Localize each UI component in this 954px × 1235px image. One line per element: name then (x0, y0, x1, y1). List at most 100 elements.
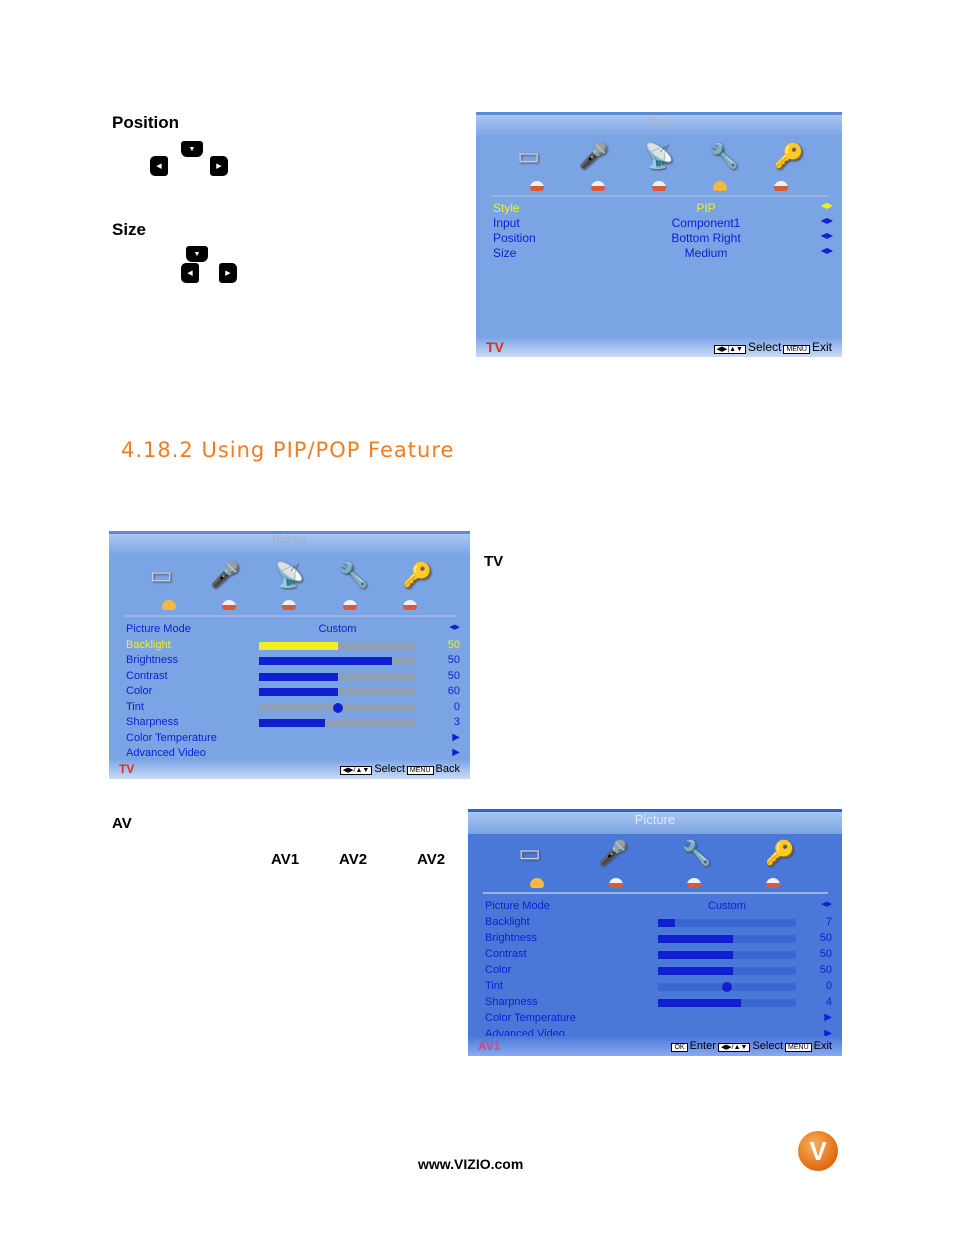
tv-icon: 📡 (274, 561, 305, 589)
down-arrow-icon: ▼ (186, 246, 208, 262)
menu-title-text: Picture (634, 812, 676, 827)
tab-indicator-icon[interactable] (765, 878, 780, 888)
ok-key-icon: OK (671, 1043, 688, 1052)
footer-url: www.VIZIO.com (418, 1156, 524, 1172)
setup-icon: 🔧 (338, 561, 369, 589)
menu-title: Picture (468, 812, 842, 834)
picture-mode-label: Picture Mode (485, 900, 550, 912)
footer-hints: OK Enter ◀▶/▲▼ Select MENU Exit (669, 1040, 832, 1052)
key-icon: 🔑 (402, 561, 433, 589)
tab-indicator-icon[interactable] (774, 181, 789, 191)
slider-label: Sharpness (485, 996, 538, 1008)
menu-row-label: Style (493, 201, 520, 215)
menu-key-icon: MENU (785, 1043, 812, 1052)
menu-row-value: Medium (684, 246, 728, 260)
separator (483, 892, 828, 894)
separator (124, 615, 456, 617)
menu-row-label: Size (493, 246, 517, 260)
slider-fill (658, 919, 675, 927)
slider-brightness[interactable] (259, 657, 416, 665)
separator (491, 195, 828, 197)
tab-indicator-icon[interactable] (651, 181, 666, 191)
setup-icon: 🔧 (681, 839, 712, 867)
slider-fill (259, 688, 338, 696)
slider-fill (259, 641, 338, 650)
menu-key-icon: MENU (783, 345, 810, 354)
left-right-arrow-icon: ◀▶ (820, 216, 833, 225)
source-label: TV (119, 762, 135, 776)
slider-label: Color (126, 685, 153, 697)
picture-mode-value: Custom (708, 900, 746, 912)
pip-menu-screenshot: PIP ▭ 🎤 📡 🔧 🔑 Style PIP ◀▶ Input Component1 ◀▶ Posit… (476, 112, 842, 357)
left-right-arrow-icon: ◀▶ (820, 201, 833, 210)
slider-label: Tint (485, 980, 503, 992)
slider-value: 50 (447, 669, 460, 682)
slider-fill (658, 967, 733, 975)
tab-indicator-icon[interactable] (162, 600, 177, 610)
slider-fill (658, 935, 733, 943)
select-hint: Select (748, 340, 782, 354)
submenu-color-temperature[interactable]: Color Temperature (485, 1012, 576, 1024)
submenu-color-temperature[interactable]: Color Temperature (126, 732, 217, 744)
tab-indicator-icon[interactable] (282, 600, 297, 610)
slider-color[interactable] (658, 967, 796, 975)
slider-tint[interactable] (259, 702, 416, 713)
slider-contrast[interactable] (259, 672, 416, 681)
menu-tab-dots (109, 600, 470, 610)
slider-color[interactable] (259, 688, 416, 696)
slider-label: Contrast (126, 669, 168, 682)
picture-icon: ▭ (149, 561, 173, 589)
tab-indicator-icon[interactable] (529, 181, 544, 191)
slider-backlight[interactable] (658, 919, 796, 927)
enter-hint: Enter (689, 1040, 716, 1052)
menu-tab-dots (468, 878, 842, 888)
picture-menu-av-screenshot: Picture ▭ 🎤 🔧 🔑 Picture Mode Custom ◀▶ Backlight… (468, 809, 842, 1056)
tab-indicator-icon[interactable] (590, 181, 605, 191)
submenu-advanced-video[interactable]: Advanced Video (126, 747, 206, 759)
slider-brightness[interactable] (658, 935, 796, 943)
menu-icons: ▭ 🎤 📡 🔧 🔑 (476, 140, 842, 172)
menu-tab-dots (476, 181, 842, 191)
right-arrow-icon: ▶ (452, 747, 460, 758)
menu-footer: TV ◀▶/▲▼ Select MENU Back (109, 759, 470, 779)
tab-indicator-icon[interactable] (530, 878, 545, 888)
slider-label: Brightness (485, 932, 537, 944)
slider-sharpness[interactable] (658, 999, 796, 1007)
footer-hints: ◀▶/▲▼ Select MENU Back (338, 763, 460, 775)
slider-contrast[interactable] (658, 951, 796, 959)
tab-indicator-icon[interactable] (713, 181, 728, 191)
exit-hint: Exit (811, 340, 832, 354)
slider-knob (722, 982, 732, 992)
nav-keys-icon: ◀▶/▲▼ (339, 766, 373, 775)
tab-indicator-icon[interactable] (402, 600, 417, 610)
slider-value: 7 (825, 916, 832, 928)
slider-backlight[interactable] (259, 641, 416, 650)
setup-icon: 🔧 (709, 142, 740, 170)
right-arrow-icon: ▶ (452, 731, 460, 743)
menu-icons: ▭ 🎤 🔧 🔑 (468, 837, 842, 869)
tab-indicator-icon[interactable] (222, 600, 237, 610)
menu-title: Picture (109, 534, 470, 556)
av-word: AV2 (417, 851, 446, 868)
section-heading: 4.18.2 Using PIP/POP Feature (121, 438, 455, 462)
tab-indicator-icon[interactable] (608, 878, 623, 888)
left-right-arrow-icon: ◀▶ (449, 624, 460, 631)
picture-icon: ▭ (517, 142, 540, 170)
slider-fill (259, 672, 338, 681)
av-label: AV (112, 815, 132, 832)
picture-mode-label: Picture Mode (126, 623, 191, 635)
slider-label: Color (485, 964, 512, 976)
menu-row-value: Bottom Right (671, 231, 741, 245)
down-arrow-icon: ▼ (181, 141, 203, 157)
right-arrow-icon: ▶ (210, 156, 228, 176)
source-label: AV1 (478, 1039, 501, 1053)
slider-value: 0 (453, 700, 460, 713)
slider-value: 50 (447, 638, 460, 651)
slider-sharpness[interactable] (259, 719, 416, 727)
slider-tint[interactable] (658, 982, 796, 992)
left-right-arrow-icon: ◀▶ (820, 231, 833, 240)
menu-footer: AV1 OK Enter ◀▶/▲▼ Select MENU Exit (468, 1036, 842, 1056)
tab-indicator-icon[interactable] (342, 600, 357, 610)
tab-indicator-icon[interactable] (687, 878, 702, 888)
picture-mode-value: Custom (318, 623, 357, 635)
